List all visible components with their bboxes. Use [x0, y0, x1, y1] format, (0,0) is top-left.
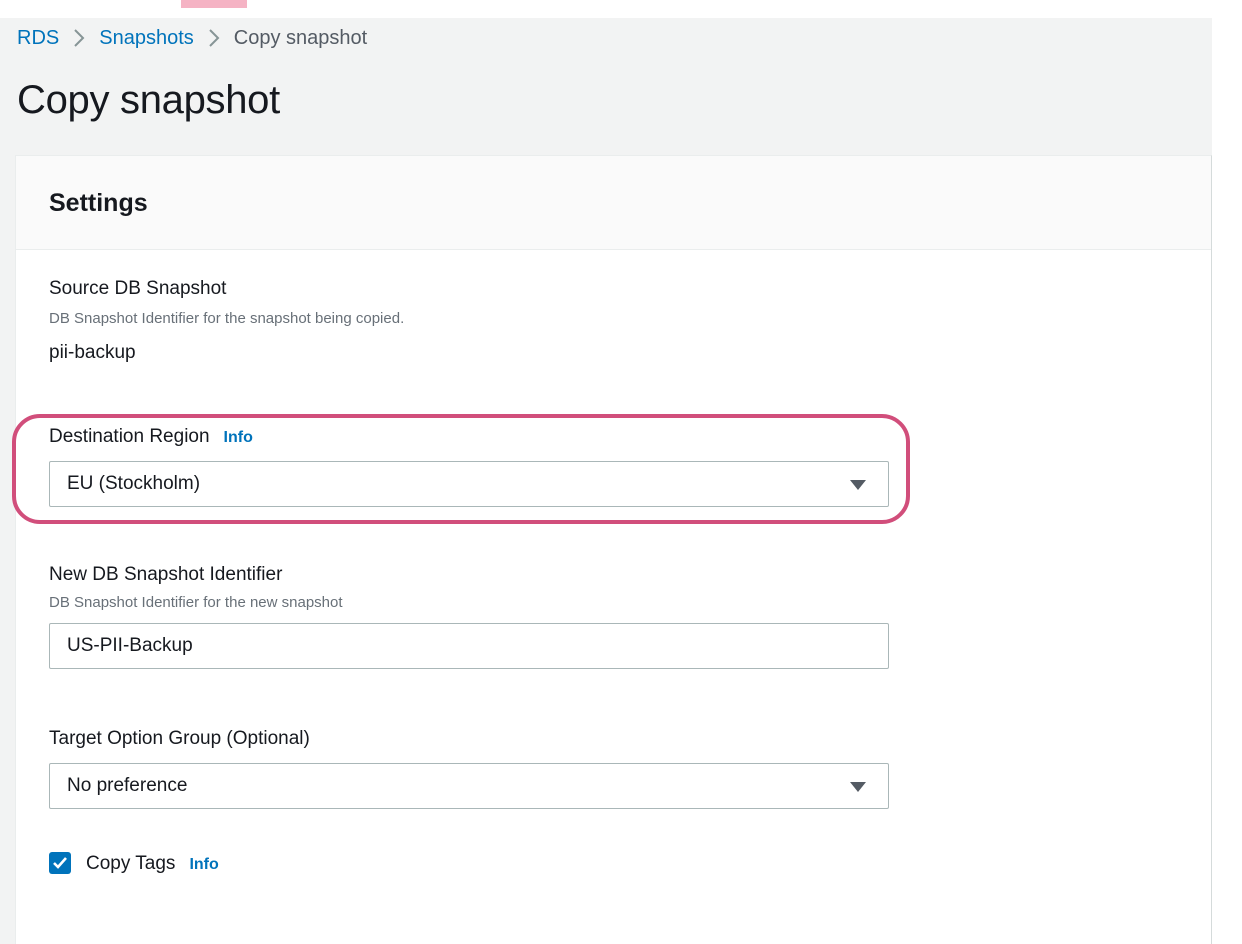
- source-snapshot-description: DB Snapshot Identifier for the snapshot …: [49, 310, 405, 327]
- top-strip: [0, 0, 1242, 18]
- page-title: Copy snapshot: [17, 78, 280, 122]
- new-identifier-description: DB Snapshot Identifier for the new snaps…: [49, 594, 343, 611]
- destination-region-info-link[interactable]: Info: [224, 429, 253, 446]
- breadcrumb-snapshots-link[interactable]: Snapshots: [99, 27, 194, 50]
- check-icon: [53, 857, 67, 869]
- settings-panel-header: Settings: [16, 156, 1211, 250]
- option-group-label: Target Option Group (Optional): [49, 728, 310, 749]
- source-snapshot-label: Source DB Snapshot: [49, 278, 227, 299]
- destination-region-select[interactable]: EU (Stockholm): [49, 461, 889, 507]
- destination-region-selected: EU (Stockholm): [67, 473, 201, 494]
- caret-down-icon: [850, 782, 866, 792]
- copy-tags-label-text[interactable]: Copy Tags: [86, 853, 175, 874]
- copy-tags-checkbox[interactable]: [49, 852, 71, 874]
- option-group-select[interactable]: No preference: [49, 763, 889, 809]
- settings-title: Settings: [49, 189, 148, 217]
- destination-region-label: Destination Region Info: [49, 426, 253, 448]
- copy-tags-label: Copy Tags Info: [86, 853, 219, 875]
- settings-panel: Settings: [15, 155, 1212, 944]
- copy-tags-info-link[interactable]: Info: [189, 856, 218, 873]
- breadcrumb-rds-link[interactable]: RDS: [17, 27, 59, 50]
- breadcrumb: RDS Snapshots Copy snapshot: [17, 24, 367, 52]
- chevron-right-icon: [194, 27, 234, 50]
- source-snapshot-value: pii-backup: [49, 342, 136, 363]
- highlight-mark: [181, 0, 247, 8]
- new-identifier-label: New DB Snapshot Identifier: [49, 564, 283, 585]
- destination-region-label-text: Destination Region: [49, 426, 210, 447]
- breadcrumb-current: Copy snapshot: [233, 26, 368, 49]
- caret-down-icon: [850, 480, 866, 490]
- new-identifier-value: US-PII-Backup: [67, 635, 193, 656]
- new-identifier-input[interactable]: US-PII-Backup: [49, 623, 889, 669]
- option-group-selected: No preference: [67, 775, 188, 796]
- chevron-right-icon: [59, 27, 99, 50]
